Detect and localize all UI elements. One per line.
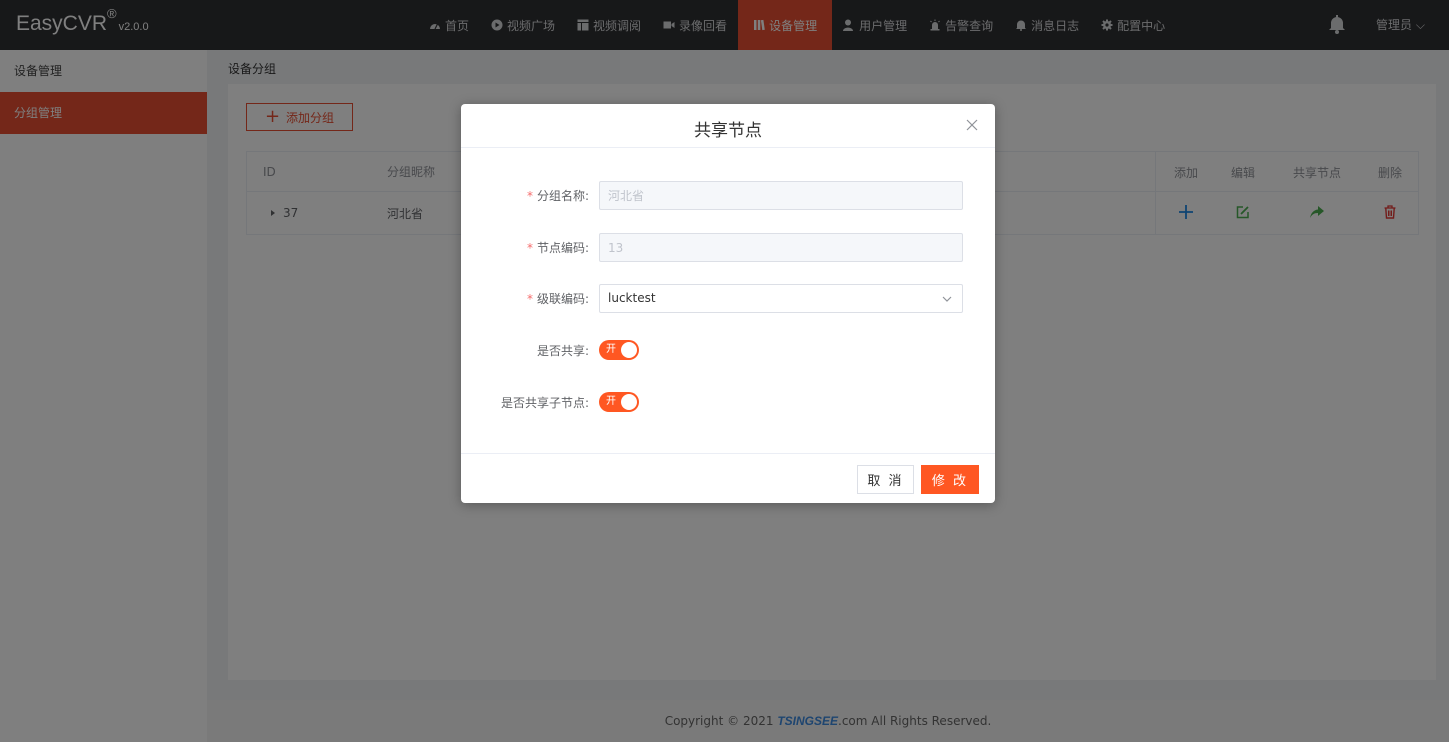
share-children-label: 是否共享子节点:	[500, 396, 589, 410]
toggle-state-text: 开	[606, 396, 616, 407]
node-code-label: * 节点编码:	[526, 241, 589, 255]
form-row-share: 是否共享: 开	[461, 336, 995, 366]
form-row-node-code: * 节点编码:	[461, 233, 995, 263]
required-mark: *	[526, 189, 533, 203]
toggle-state-text: 开	[606, 344, 616, 355]
chevron-down-icon	[942, 296, 952, 302]
dialog-title: 共享节点	[694, 121, 762, 141]
node-code-field	[599, 233, 963, 262]
confirm-button[interactable]: 修 改	[921, 465, 979, 494]
form-row-share-children: 是否共享子节点: 开	[461, 388, 995, 418]
cascade-code-label: * 级联编码:	[526, 292, 589, 306]
close-icon[interactable]	[965, 118, 979, 132]
group-name-field	[599, 181, 963, 210]
group-name-label: * 分组名称:	[526, 189, 589, 203]
cascade-code-value: lucktest	[608, 291, 656, 305]
dialog-footer: 取 消 修 改	[461, 453, 995, 503]
required-mark: *	[526, 241, 533, 255]
cascade-code-select[interactable]: lucktest	[599, 284, 963, 313]
form-row-cascade-code: * 级联编码: lucktest	[461, 284, 995, 314]
share-node-dialog: 共享节点 *分组名称: *节点编码: *级联编码: lucktest 是否共享:…	[461, 104, 995, 503]
form-row-group-name: * 分组名称:	[461, 181, 995, 211]
toggle-knob	[621, 342, 637, 358]
toggle-knob	[621, 394, 637, 410]
required-mark: *	[526, 292, 533, 306]
share-label: 是否共享:	[536, 344, 589, 358]
dialog-header: 共享节点	[461, 104, 995, 148]
share-toggle[interactable]: 开	[599, 340, 639, 360]
cancel-button[interactable]: 取 消	[857, 465, 914, 494]
share-children-toggle[interactable]: 开	[599, 392, 639, 412]
